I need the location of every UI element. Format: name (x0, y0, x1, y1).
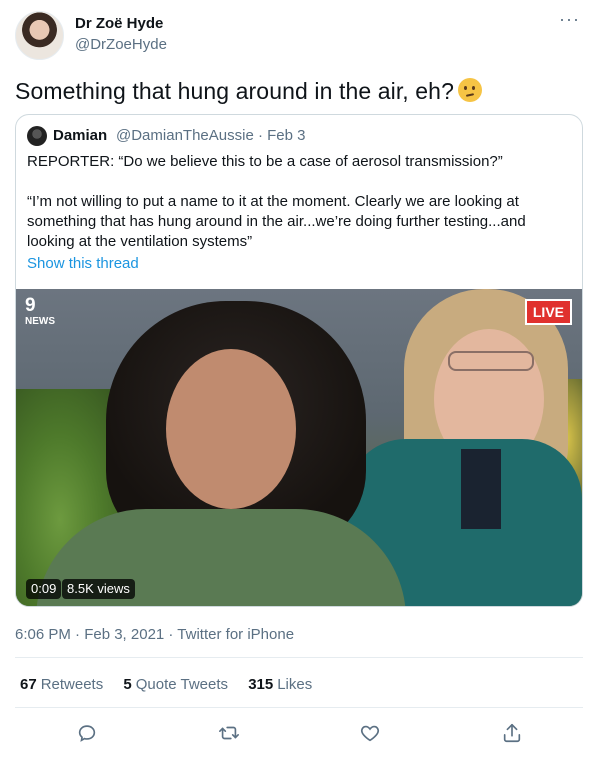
like-icon (360, 725, 380, 742)
more-options-icon[interactable]: ··· (559, 10, 580, 28)
quoted-line: REPORTER: “Do we believe this to be a ca… (27, 153, 503, 170)
quoted-line: “I’m not willing to put a name to it at … (27, 193, 519, 210)
likes-stat[interactable]: 315 Likes (248, 676, 312, 693)
quoted-author-name[interactable]: Damian (53, 127, 107, 144)
person-face (166, 349, 296, 509)
divider (15, 657, 583, 658)
glasses (448, 351, 534, 371)
retweet-icon (219, 726, 239, 740)
video-duration: 0:09 (26, 579, 62, 599)
author-name[interactable]: Dr Zoë Hyde (75, 15, 163, 32)
tweet-stats: 67 Retweets 5 Quote Tweets 315 Likes (20, 676, 328, 693)
video-views: 8.5K views (62, 579, 135, 599)
author-avatar[interactable] (15, 11, 64, 60)
quoted-tweet[interactable]: Damian @DamianTheAussie · Feb 3 REPORTER… (15, 114, 583, 607)
likes-label: Likes (277, 676, 313, 693)
retweet-button[interactable] (216, 720, 242, 746)
share-button[interactable] (499, 720, 525, 746)
tweet-body: Something that hung around in the air, e… (15, 78, 454, 104)
retweets-label: Retweets (40, 676, 104, 693)
live-badge: LIVE (524, 299, 572, 325)
quoted-tweet-text: REPORTER: “Do we believe this to be a ca… (27, 152, 575, 252)
quotes-count: 5 (123, 676, 132, 693)
author-handle[interactable]: @DrZoeHyde (75, 36, 167, 53)
video-player[interactable]: 9 NEWS LIVE 0:09 8.5K views (16, 289, 582, 606)
reply-icon (78, 725, 96, 742)
quoted-author-meta: @DamianTheAussie · Feb 3 (116, 127, 306, 144)
share-icon (503, 723, 521, 743)
like-button[interactable] (357, 720, 383, 746)
nine-news-logo-text: NEWS (25, 316, 55, 327)
quoted-date[interactable]: Feb 3 (267, 127, 305, 144)
quotes-label: Quote Tweets (135, 676, 229, 693)
thinking-face-emoji (457, 78, 482, 102)
quoted-author-avatar[interactable] (27, 126, 47, 146)
quoted-line: something that has hung around in the ai… (27, 213, 526, 230)
quoted-author-handle[interactable]: @DamianTheAussie (116, 127, 254, 144)
quote-tweets-stat[interactable]: 5 Quote Tweets (123, 676, 228, 693)
nine-news-logo: 9 (25, 295, 36, 316)
tweet-timestamp[interactable]: 6:06 PM · Feb 3, 2021 · Twitter for iPho… (15, 626, 294, 643)
tweet-text: Something that hung around in the air, e… (15, 78, 482, 105)
retweets-count: 67 (20, 676, 37, 693)
likes-count: 315 (248, 676, 274, 693)
show-thread-link[interactable]: Show this thread (27, 255, 139, 272)
quoted-line: looking at the ventilation systems” (27, 233, 253, 250)
person-shirt (461, 449, 501, 529)
divider (15, 707, 583, 708)
retweets-stat[interactable]: 67 Retweets (20, 676, 103, 693)
reply-button[interactable] (74, 720, 100, 746)
